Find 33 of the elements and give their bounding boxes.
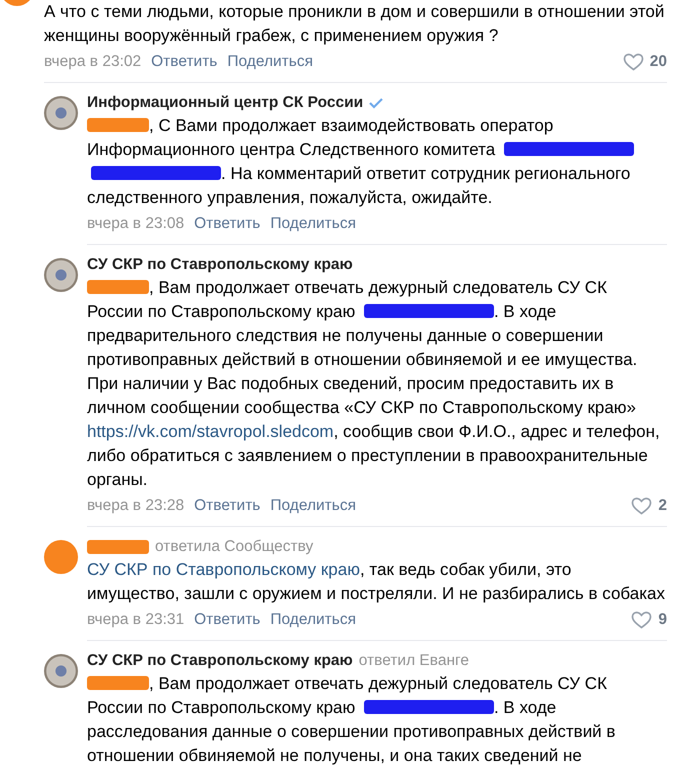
link[interactable]: https://vk.com/stavropol.sledcom (87, 422, 334, 441)
heart-icon[interactable] (631, 611, 652, 629)
comment-date: вчера в 23:08 (87, 214, 184, 234)
avatar (44, 654, 78, 688)
like-count: 20 (650, 52, 667, 72)
comment-text: , Вам продолжает отвечать дежурный следователь СУ СК России по Ставропольскому краю . В ходе предварительного следствия не получены данные о совершении противоправных действий в отношении обвиняемой и ее имущества. При наличии у Вас подобных сведений, просим предоставить их в личном сообщении сообщества «СУ СКР по Ставропольскому краю» https://vk.com/stavropol.sledcom, сообщив свои Ф.И.О., адрес и телефон, либо обратиться с заявлением о преступлении в правоохранительные органы. (87, 277, 661, 491)
share-link[interactable]: Поделиться (270, 494, 356, 518)
heart-icon[interactable] (622, 53, 644, 71)
avatar (44, 96, 78, 130)
author-name: Информационный центр СК России (87, 93, 364, 113)
like-count: 2 (658, 496, 667, 516)
comment-text: А что с теми людьми, которые проникли в дом и совершили в отношении этой женщины вооружённый грабеж, с применением оружия ? (44, 2, 664, 45)
comment-text: СУ СКР по Ставропольскому краю, так ведь собак убили, это имущество, зашли с оружием и постреляли. И не разбирались в собаках (87, 559, 666, 605)
comment-text: , Вам продолжает отвечать дежурный следователь СУ СК России по Ставропольскому краю . В ходе расследования данные о совершении противоправных действий в отношении обвиняемой не получены, и она таких сведений не (87, 673, 616, 767)
comment-date: вчера в 23:28 (87, 496, 184, 516)
share-link[interactable]: Поделиться (270, 212, 356, 236)
link[interactable]: СУ СКР по Ставропольскому краю (87, 560, 360, 579)
author-name: СУ СКР по Ставропольскому краю (87, 651, 353, 671)
heart-icon[interactable] (631, 497, 652, 515)
avatar (44, 258, 78, 292)
share-link[interactable]: Поделиться (270, 608, 356, 632)
reply-link[interactable]: Ответить (194, 608, 260, 632)
reply-note: ответил Еванге (358, 651, 469, 671)
reply-link[interactable]: Ответить (194, 494, 260, 518)
comment-text: , С Вами продолжает взаимодействовать оператор Информационного центра Следственного комитета . На комментарий ответит сотрудник регионального следственного управления, пожалуйста, ожидайте. (87, 114, 667, 210)
comment-date: вчера в 23:31 (87, 610, 184, 630)
comment-date: вчера в 23:02 (44, 52, 142, 72)
like-count: 9 (658, 610, 667, 630)
author-name: СУ СКР по Ставропольскому краю (87, 255, 353, 275)
reply-link[interactable]: Ответить (194, 212, 260, 236)
share-link[interactable]: Поделиться (227, 50, 313, 74)
reply-note: ответила Сообществу (155, 537, 314, 557)
reply-link[interactable]: Ответить (151, 50, 218, 74)
